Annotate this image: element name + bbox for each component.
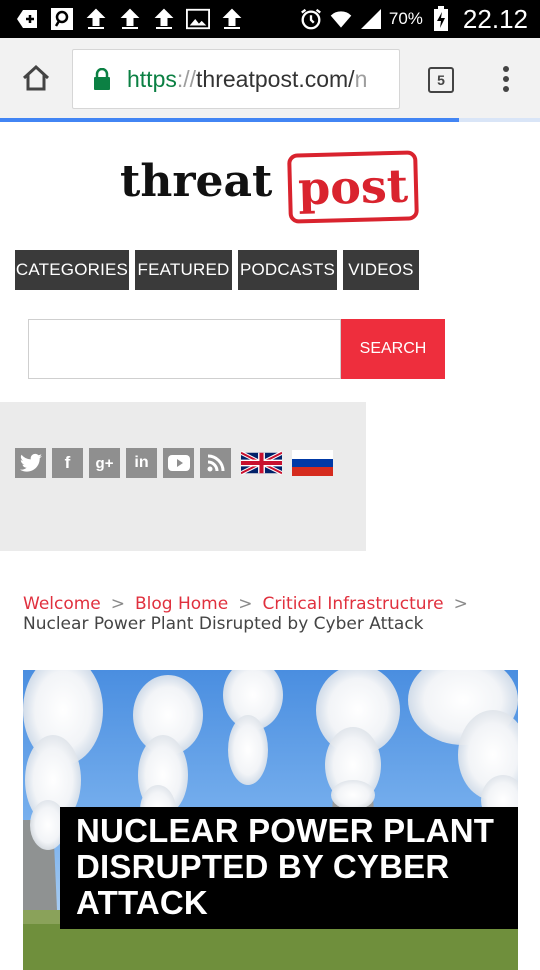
article-headline[interactable]: NUCLEAR POWER PLANT DISRUPTED BY CYBER A…: [60, 807, 518, 929]
battery-charging-icon: [429, 6, 453, 31]
google-plus-icon[interactable]: g+: [89, 448, 120, 478]
battery-percentage: 70%: [388, 9, 423, 28]
linkedin-icon[interactable]: in: [126, 448, 157, 478]
breadcrumb-welcome[interactable]: Welcome: [23, 594, 101, 614]
twitter-icon[interactable]: [15, 448, 46, 478]
tab-switcher-button[interactable]: 5: [428, 67, 454, 93]
breadcrumb-separator: >: [110, 594, 126, 614]
menu-dot: [503, 66, 509, 72]
add-notification-icon: [16, 7, 40, 31]
breadcrumb: Welcome > Blog Home > Critical Infrastructur…: [23, 594, 523, 634]
alarm-icon: [299, 7, 323, 31]
article-hero-image[interactable]: NUCLEAR POWER PLANT DISRUPTED BY CYBER A…: [23, 670, 518, 970]
signal-icon: [359, 7, 383, 31]
facebook-icon[interactable]: f: [52, 448, 83, 478]
address-bar[interactable]: https://threatpost.com/n: [72, 49, 400, 109]
url-text: https://threatpost.com/n: [127, 66, 367, 93]
status-bar: 70% 22.12: [0, 0, 540, 38]
logo-stamp-post: post: [287, 150, 419, 224]
search-button[interactable]: SEARCH: [341, 319, 445, 379]
home-icon: [22, 64, 50, 91]
nav-featured[interactable]: FEATURED: [135, 250, 232, 290]
breadcrumb-critical-infrastructure[interactable]: Critical Infrastructure: [262, 594, 443, 614]
image-icon: [186, 7, 210, 31]
menu-dot: [503, 86, 509, 92]
breadcrumb-separator: >: [453, 594, 468, 614]
url-separator: ://: [176, 65, 197, 92]
page-load-progress-fill: [0, 118, 459, 122]
logo-text-threat: threat: [120, 156, 273, 207]
uk-flag[interactable]: [240, 450, 283, 476]
breadcrumb-separator: >: [238, 594, 253, 614]
social-panel: f g+ in: [0, 402, 366, 551]
search-input[interactable]: [28, 319, 341, 379]
rss-icon[interactable]: [200, 448, 231, 478]
url-host: threatpost.com/: [196, 65, 355, 92]
russia-flag[interactable]: [292, 450, 333, 476]
youtube-icon[interactable]: [163, 448, 194, 478]
upload-icon: [152, 7, 176, 31]
wifi-icon: [329, 7, 353, 31]
nav-videos[interactable]: VIDEOS: [343, 250, 419, 290]
nav-podcasts[interactable]: PODCASTS: [238, 250, 337, 290]
main-nav: CATEGORIES FEATURED PODCASTS VIDEOS: [15, 250, 419, 290]
nav-categories[interactable]: CATEGORIES: [15, 250, 129, 290]
browser-toolbar: https://threatpost.com/n 5: [0, 38, 540, 118]
url-tail: n: [354, 65, 368, 92]
clock: 22.12: [462, 3, 528, 34]
overflow-menu-button[interactable]: [496, 62, 516, 96]
upload-icon: [220, 7, 244, 31]
url-scheme: https: [127, 65, 177, 92]
upload-icon: [118, 7, 142, 31]
lock-icon: [93, 67, 111, 90]
page-load-progress: [0, 118, 540, 122]
upload-icon: [84, 7, 108, 31]
threatpost-logo[interactable]: threat post: [120, 150, 430, 230]
home-button[interactable]: [18, 60, 54, 96]
menu-dot: [503, 76, 509, 82]
breadcrumb-current: Nuclear Power Plant Disrupted by Cyber A…: [23, 614, 424, 634]
breadcrumb-blog-home[interactable]: Blog Home: [135, 594, 228, 614]
search-app-icon: [50, 7, 74, 31]
